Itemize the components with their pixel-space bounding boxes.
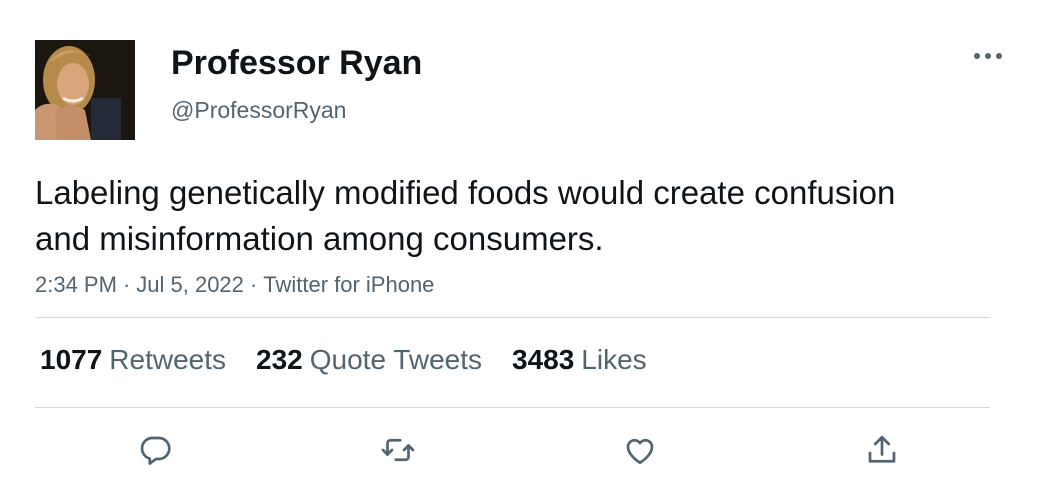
like-button[interactable]	[618, 428, 662, 472]
retweets-count: 1077	[40, 344, 103, 375]
author-handle[interactable]: @ProfessorRyan	[171, 96, 346, 124]
likes-count: 3483	[512, 344, 575, 375]
avatar[interactable]	[35, 40, 135, 140]
tweet-source[interactable]: Twitter for iPhone	[263, 272, 434, 297]
tweet-text: Labeling genetically modified foods woul…	[35, 174, 896, 257]
retweet-button[interactable]	[376, 428, 420, 472]
tweet-time[interactable]: 2:34 PM	[35, 272, 117, 297]
tweet-meta: 2:34 PM · Jul 5, 2022 · Twitter for iPhone	[35, 270, 434, 300]
share-button[interactable]	[860, 428, 904, 472]
retweets-stat[interactable]: 1077 Retweets	[40, 344, 226, 376]
quotes-count: 232	[256, 344, 303, 375]
meta-separator: ·	[122, 272, 131, 297]
likes-stat[interactable]: 3483 Likes	[512, 344, 647, 376]
likes-label: Likes	[581, 344, 647, 375]
avatar-image	[35, 40, 135, 140]
retweets-label: Retweets	[109, 344, 227, 375]
retweet-icon	[381, 438, 415, 462]
meta-separator: ·	[249, 272, 258, 297]
more-options-button[interactable]	[968, 44, 1008, 68]
reply-icon	[140, 436, 171, 465]
reply-button[interactable]	[133, 428, 177, 472]
share-icon	[868, 435, 896, 463]
more-icon	[974, 53, 1002, 59]
divider-bottom	[35, 407, 990, 408]
author-display-name[interactable]: Professor Ryan	[171, 42, 422, 84]
quotes-label: Quote Tweets	[309, 344, 482, 375]
like-icon	[626, 438, 654, 465]
quotes-stat[interactable]: 232 Quote Tweets	[256, 344, 482, 376]
tweet-date[interactable]: Jul 5, 2022	[136, 272, 244, 297]
tweet-stats: 1077 Retweets 232 Quote Tweets 3483 Likes	[40, 340, 677, 380]
divider-top	[35, 317, 990, 318]
